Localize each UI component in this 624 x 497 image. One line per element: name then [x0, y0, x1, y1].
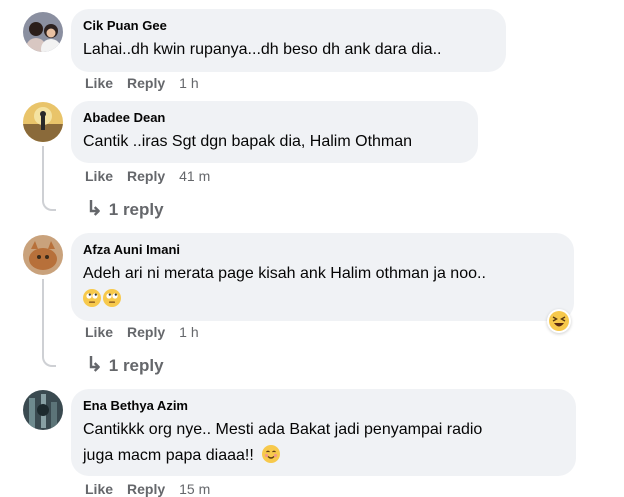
laughing-squint-emoji[interactable] [547, 309, 571, 333]
comment-time[interactable]: 1 h [179, 324, 198, 340]
rolling-eyes-emoji [103, 289, 121, 307]
reply-button[interactable]: Reply [127, 324, 165, 340]
smiling-blush-emoji [262, 445, 281, 463]
thread-connector [42, 197, 56, 211]
comment-bubble: Cik Puan Gee Lahai..dh kwin rupanya...dh… [71, 9, 506, 72]
avatar[interactable] [23, 102, 63, 142]
comment-bubble: Ena Bethya Azim Cantikkk org nye.. Mesti… [71, 389, 576, 476]
comment-bubble: Afza Auni Imani Adeh ari ni merata page … [71, 233, 574, 321]
avatar[interactable] [23, 235, 63, 275]
thread-line [42, 279, 44, 354]
reply-button[interactable]: Reply [127, 75, 165, 91]
like-button[interactable]: Like [85, 168, 113, 184]
rolling-eyes-emoji [83, 289, 101, 307]
comment-time[interactable]: 1 h [179, 75, 198, 91]
reply-arrow-icon: ↳ [86, 354, 103, 376]
like-button[interactable]: Like [85, 75, 113, 91]
comment-text: Cantik ..iras Sgt dgn bapak dia, Halim O… [83, 133, 413, 150]
comment-bubble: Abadee Dean Cantik ..iras Sgt dgn bapak … [71, 101, 478, 163]
comment-time[interactable]: 41 m [179, 168, 210, 184]
comment-actions: Like Reply 41 m [85, 168, 224, 184]
comment-author[interactable]: Ena Bethya Azim [83, 398, 564, 414]
comment-text: Lahai..dh kwin rupanya...dh beso dh ank … [83, 41, 442, 58]
comment-text-line: juga macm papa diaaa!! [83, 447, 254, 464]
comment-text-line: Cantikkk org nye.. Mesti ada Bakat jadi … [83, 421, 483, 438]
comment-actions: Like Reply 1 h [85, 324, 213, 340]
reply-button[interactable]: Reply [127, 481, 165, 497]
like-button[interactable]: Like [85, 324, 113, 340]
view-replies-button[interactable]: ↳ 1 reply [86, 196, 164, 221]
view-replies-button[interactable]: ↳ 1 reply [86, 352, 164, 377]
reply-arrow-icon: ↳ [86, 198, 103, 220]
avatar[interactable] [23, 390, 63, 430]
thread-line [42, 146, 44, 198]
comment-author[interactable]: Cik Puan Gee [83, 18, 494, 34]
reply-button[interactable]: Reply [127, 168, 165, 184]
replies-count: 1 reply [108, 356, 164, 375]
comment-actions: Like Reply 15 m [85, 481, 224, 497]
replies-count: 1 reply [108, 200, 164, 219]
thread-connector [42, 353, 56, 367]
comment-author[interactable]: Abadee Dean [83, 110, 466, 126]
avatar[interactable] [23, 12, 63, 52]
comment-author[interactable]: Afza Auni Imani [83, 242, 562, 258]
comment-time[interactable]: 15 m [179, 481, 210, 497]
comment-actions: Like Reply 1 h [85, 75, 213, 91]
like-button[interactable]: Like [85, 481, 113, 497]
comment-text: Cantikkk org nye.. Mesti ada Bakat jadi … [83, 417, 564, 469]
comment-text: Adeh ari ni merata page kisah ank Halim … [83, 265, 486, 282]
